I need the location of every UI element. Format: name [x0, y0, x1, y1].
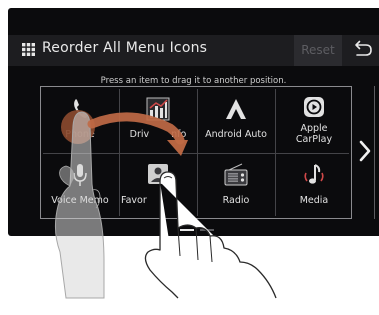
menu-item-label: Radio: [222, 195, 250, 206]
figure: Reorder All Menu Icons Reset Press an it…: [0, 0, 379, 315]
menu-item-label: Media: [299, 195, 329, 206]
instruction-text: Press an item to drag it to another posi…: [100, 76, 287, 86]
android-auto-icon: [226, 99, 246, 119]
menu-item-android-auto[interactable]: Android Auto: [197, 87, 275, 153]
music-note-icon: [304, 164, 324, 184]
menu-item-favorites[interactable]: Favor: [119, 153, 197, 219]
menu-item-driving-info[interactable]: Driv nfo: [119, 87, 197, 153]
menu-item-label-start: Driv: [129, 129, 150, 140]
title-bar: Reorder All Menu Icons Reset: [8, 35, 379, 66]
menu-item-phone[interactable]: Phone: [41, 87, 119, 153]
back-arrow-icon: [355, 40, 372, 56]
bar-chart-icon: [146, 97, 170, 121]
menu-item-label: Favor: [119, 195, 197, 206]
back-button[interactable]: [344, 35, 379, 66]
infotainment-screen: Reorder All Menu Icons Reset Press an it…: [8, 8, 379, 236]
menu-icon-grid: Phone Driv nfo Android Auto Apple CarPla…: [40, 86, 352, 219]
menu-item-apple-carplay[interactable]: Apple CarPlay: [275, 87, 353, 153]
page-indicator: [180, 229, 214, 231]
menu-item-label: Voice Memo: [51, 195, 109, 206]
menu-item-media[interactable]: Media: [275, 153, 353, 219]
phone-icon: [74, 99, 88, 118]
reset-button[interactable]: Reset: [294, 35, 342, 66]
grid-icon: [22, 43, 35, 56]
page-title: Reorder All Menu Icons: [42, 40, 208, 56]
radio-icon: [224, 163, 248, 186]
microphone-icon: [73, 164, 87, 186]
menu-item-label: Apple CarPlay: [295, 123, 333, 145]
next-page-preview: [374, 86, 379, 219]
menu-item-label-end: nfo: [171, 129, 187, 140]
menu-item-label: Phone: [65, 129, 95, 140]
carplay-icon: [304, 97, 324, 117]
favorites-icon: [148, 164, 168, 184]
menu-item-label: Android Auto: [205, 129, 267, 140]
next-page-button[interactable]: [358, 136, 372, 166]
menu-item-label-start: Favor: [121, 195, 147, 206]
menu-item-radio[interactable]: Radio: [197, 153, 275, 219]
menu-item-voice-memo[interactable]: Voice Memo: [41, 153, 119, 219]
chevron-right-icon: [359, 140, 371, 162]
menu-item-label: Driv nfo: [119, 129, 197, 140]
